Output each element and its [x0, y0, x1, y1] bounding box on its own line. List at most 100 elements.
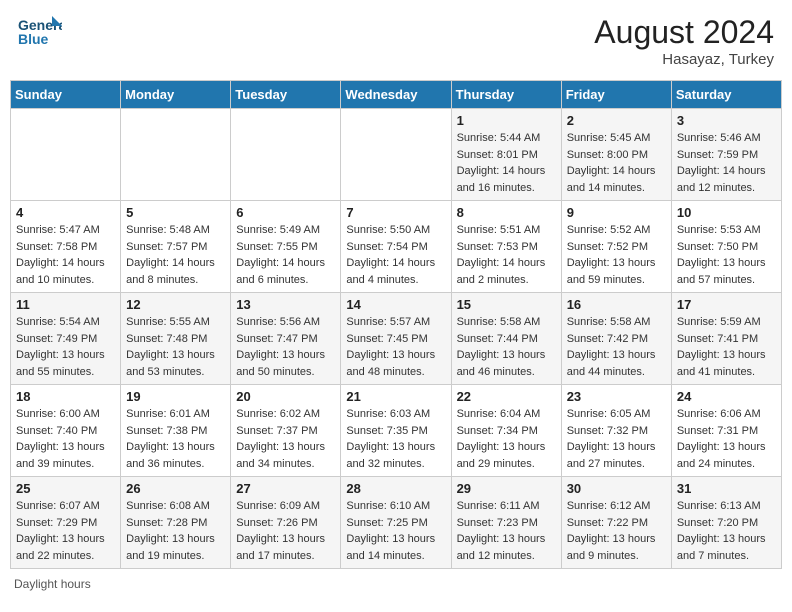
day-number: 25 — [16, 481, 115, 496]
day-info: Sunrise: 5:56 AM Sunset: 7:47 PM Dayligh… — [236, 314, 335, 380]
day-cell-31: 31 Sunrise: 6:13 AM Sunset: 7:20 PM Dayli… — [671, 477, 781, 569]
day-cell-25: 25 Sunrise: 6:07 AM Sunset: 7:29 PM Dayli… — [11, 477, 121, 569]
day-cell-24: 24Sunrise: 6:06 AM Sunset: 7:31 PM Dayli… — [671, 385, 781, 477]
weekday-header-tuesday: Tuesday — [231, 81, 341, 109]
day-info: Sunrise: 6:04 AM Sunset: 7:34 PM Dayligh… — [457, 406, 556, 472]
day-info: Sunrise: 5:45 AM Sunset: 8:00 PM Dayligh… — [567, 130, 666, 196]
calendar-body: 1Sunrise: 5:44 AM Sunset: 8:01 PM Daylig… — [11, 109, 782, 569]
day-info: Sunrise: 6:01 AM Sunset: 7:38 PM Dayligh… — [126, 406, 225, 472]
day-cell-28: 28 Sunrise: 6:10 AM Sunset: 7:25 PM Dayli… — [341, 477, 451, 569]
day-info: Sunrise: 5:44 AM Sunset: 8:01 PM Dayligh… — [457, 130, 556, 196]
day-cell-8: 8Sunrise: 5:51 AM Sunset: 7:53 PM Daylig… — [451, 201, 561, 293]
day-info: Sunrise: 5:51 AM Sunset: 7:53 PM Dayligh… — [457, 222, 556, 288]
day-info: Sunrise: 6:10 AM Sunset: 7:25 PM Dayligh… — [346, 498, 445, 564]
day-cell-27: 27Sunrise: 6:09 AM Sunset: 7:26 PM Dayli… — [231, 477, 341, 569]
calendar-table: SundayMondayTuesdayWednesdayThursdayFrid… — [10, 80, 782, 569]
day-cell-13: 13 Sunrise: 5:56 AM Sunset: 7:47 PM Dayli… — [231, 293, 341, 385]
weekday-header-monday: Monday — [121, 81, 231, 109]
day-info: Sunrise: 6:03 AM Sunset: 7:35 PM Dayligh… — [346, 406, 445, 472]
day-number: 20 — [236, 389, 335, 404]
daylight-label: Daylight hours — [14, 577, 91, 591]
weekday-header-saturday: Saturday — [671, 81, 781, 109]
day-number: 5 — [126, 205, 225, 220]
day-cell-16: 16 Sunrise: 5:58 AM Sunset: 7:42 PM Dayli… — [561, 293, 671, 385]
day-number: 24 — [677, 389, 776, 404]
day-number: 28 — [346, 481, 445, 496]
day-info: Sunrise: 6:12 AM Sunset: 7:22 PM Dayligh… — [567, 498, 666, 564]
weekday-header-row: SundayMondayTuesdayWednesdayThursdayFrid… — [11, 81, 782, 109]
day-number: 18 — [16, 389, 115, 404]
weekday-header-wednesday: Wednesday — [341, 81, 451, 109]
day-cell-2: 2 Sunrise: 5:45 AM Sunset: 8:00 PM Daylig… — [561, 109, 671, 201]
day-info: Sunrise: 6:05 AM Sunset: 7:32 PM Dayligh… — [567, 406, 666, 472]
page-header: General Blue August 2024 Hasayaz, Turkey — [10, 10, 782, 72]
day-info: Sunrise: 5:59 AM Sunset: 7:41 PM Dayligh… — [677, 314, 776, 380]
day-cell-18: 18 Sunrise: 6:00 AM Sunset: 7:40 PM Dayli… — [11, 385, 121, 477]
week-row-1: 1Sunrise: 5:44 AM Sunset: 8:01 PM Daylig… — [11, 109, 782, 201]
day-cell-20: 20 Sunrise: 6:02 AM Sunset: 7:37 PM Dayli… — [231, 385, 341, 477]
week-row-3: 11 Sunrise: 5:54 AM Sunset: 7:49 PM Dayli… — [11, 293, 782, 385]
day-number: 6 — [236, 205, 335, 220]
day-cell-3: 3Sunrise: 5:46 AM Sunset: 7:59 PM Daylig… — [671, 109, 781, 201]
logo-icon: General Blue — [18, 14, 62, 50]
day-info: Sunrise: 6:02 AM Sunset: 7:37 PM Dayligh… — [236, 406, 335, 472]
day-info: Sunrise: 6:00 AM Sunset: 7:40 PM Dayligh… — [16, 406, 115, 472]
day-cell-15: 15Sunrise: 5:58 AM Sunset: 7:44 PM Dayli… — [451, 293, 561, 385]
empty-cell — [11, 109, 121, 201]
day-number: 4 — [16, 205, 115, 220]
day-cell-11: 11 Sunrise: 5:54 AM Sunset: 7:49 PM Dayli… — [11, 293, 121, 385]
weekday-header-sunday: Sunday — [11, 81, 121, 109]
day-info: Sunrise: 5:55 AM Sunset: 7:48 PM Dayligh… — [126, 314, 225, 380]
day-cell-4: 4 Sunrise: 5:47 AM Sunset: 7:58 PM Daylig… — [11, 201, 121, 293]
day-cell-7: 7Sunrise: 5:50 AM Sunset: 7:54 PM Daylig… — [341, 201, 451, 293]
day-number: 30 — [567, 481, 666, 496]
empty-cell — [231, 109, 341, 201]
week-row-5: 25 Sunrise: 6:07 AM Sunset: 7:29 PM Dayli… — [11, 477, 782, 569]
day-number: 27 — [236, 481, 335, 496]
location-subtitle: Hasayaz, Turkey — [594, 51, 774, 68]
day-info: Sunrise: 5:57 AM Sunset: 7:45 PM Dayligh… — [346, 314, 445, 380]
day-number: 7 — [346, 205, 445, 220]
day-cell-23: 23 Sunrise: 6:05 AM Sunset: 7:32 PM Dayli… — [561, 385, 671, 477]
day-info: Sunrise: 6:08 AM Sunset: 7:28 PM Dayligh… — [126, 498, 225, 564]
day-number: 3 — [677, 113, 776, 128]
svg-text:Blue: Blue — [18, 31, 49, 47]
day-cell-17: 17 Sunrise: 5:59 AM Sunset: 7:41 PM Dayli… — [671, 293, 781, 385]
day-number: 22 — [457, 389, 556, 404]
day-number: 23 — [567, 389, 666, 404]
day-info: Sunrise: 5:47 AM Sunset: 7:58 PM Dayligh… — [16, 222, 115, 288]
day-number: 9 — [567, 205, 666, 220]
day-cell-19: 19 Sunrise: 6:01 AM Sunset: 7:38 PM Dayli… — [121, 385, 231, 477]
day-number: 26 — [126, 481, 225, 496]
day-number: 31 — [677, 481, 776, 496]
day-info: Sunrise: 5:58 AM Sunset: 7:44 PM Dayligh… — [457, 314, 556, 380]
day-info: Sunrise: 6:13 AM Sunset: 7:20 PM Dayligh… — [677, 498, 776, 564]
day-cell-1: 1Sunrise: 5:44 AM Sunset: 8:01 PM Daylig… — [451, 109, 561, 201]
empty-cell — [341, 109, 451, 201]
weekday-header-thursday: Thursday — [451, 81, 561, 109]
day-number: 11 — [16, 297, 115, 312]
day-info: Sunrise: 5:52 AM Sunset: 7:52 PM Dayligh… — [567, 222, 666, 288]
day-number: 12 — [126, 297, 225, 312]
day-number: 17 — [677, 297, 776, 312]
day-cell-30: 30 Sunrise: 6:12 AM Sunset: 7:22 PM Dayli… — [561, 477, 671, 569]
day-info: Sunrise: 6:07 AM Sunset: 7:29 PM Dayligh… — [16, 498, 115, 564]
title-block: August 2024 Hasayaz, Turkey — [594, 14, 774, 68]
day-cell-29: 29Sunrise: 6:11 AM Sunset: 7:23 PM Dayli… — [451, 477, 561, 569]
day-number: 21 — [346, 389, 445, 404]
day-info: Sunrise: 5:58 AM Sunset: 7:42 PM Dayligh… — [567, 314, 666, 380]
day-number: 10 — [677, 205, 776, 220]
day-cell-5: 5Sunrise: 5:48 AM Sunset: 7:57 PM Daylig… — [121, 201, 231, 293]
day-info: Sunrise: 5:49 AM Sunset: 7:55 PM Dayligh… — [236, 222, 335, 288]
day-number: 14 — [346, 297, 445, 312]
weekday-header-friday: Friday — [561, 81, 671, 109]
month-title: August 2024 — [594, 14, 774, 51]
day-number: 19 — [126, 389, 225, 404]
day-number: 2 — [567, 113, 666, 128]
day-info: Sunrise: 5:53 AM Sunset: 7:50 PM Dayligh… — [677, 222, 776, 288]
calendar-header: SundayMondayTuesdayWednesdayThursdayFrid… — [11, 81, 782, 109]
day-number: 13 — [236, 297, 335, 312]
footer: Daylight hours — [10, 577, 782, 591]
day-info: Sunrise: 5:54 AM Sunset: 7:49 PM Dayligh… — [16, 314, 115, 380]
day-number: 16 — [567, 297, 666, 312]
